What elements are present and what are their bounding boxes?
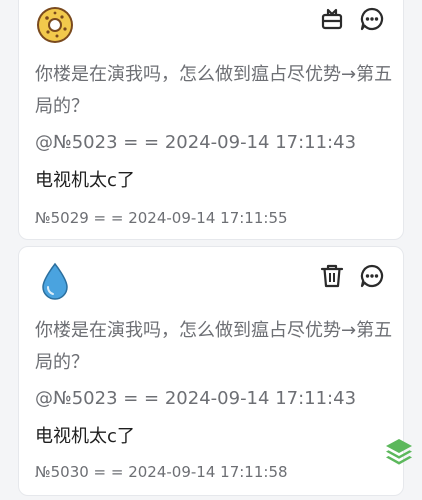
reply-text: 电视机太c了 xyxy=(35,426,135,447)
comment-icon[interactable] xyxy=(359,6,385,32)
post-card: 你楼是在演我吗，怎么做到瘟占尽优势→第五局的？ @№5023 = = 2024-… xyxy=(18,0,404,240)
layers-icon[interactable] xyxy=(383,435,415,467)
quoted-post-meta[interactable]: @№5023 = = 2024-09-14 17:11:43 xyxy=(35,388,356,409)
post-actions xyxy=(319,6,385,32)
water-drop-icon[interactable] xyxy=(35,261,75,301)
reply-text: 电视机太c了 xyxy=(35,170,135,191)
delete-icon[interactable] xyxy=(319,263,345,289)
quoted-post-meta[interactable]: @№5023 = = 2024-09-14 17:11:43 xyxy=(35,132,356,153)
comment-icon[interactable] xyxy=(359,263,385,289)
donut-icon[interactable] xyxy=(35,5,75,45)
post-actions xyxy=(319,263,385,289)
post-card: 你楼是在演我吗，怎么做到瘟占尽优势→第五局的？ @№5023 = = 2024-… xyxy=(18,246,404,496)
post-meta: №5029 = = 2024-09-14 17:11:55 xyxy=(35,209,288,227)
quoted-text: 你楼是在演我吗，怎么做到瘟占尽优势→第五局的？ xyxy=(35,320,393,373)
post-meta: №5030 = = 2024-09-14 17:11:58 xyxy=(35,463,288,481)
gift-icon[interactable] xyxy=(319,6,345,32)
quoted-text: 你楼是在演我吗，怎么做到瘟占尽优势→第五局的？ xyxy=(35,64,393,117)
